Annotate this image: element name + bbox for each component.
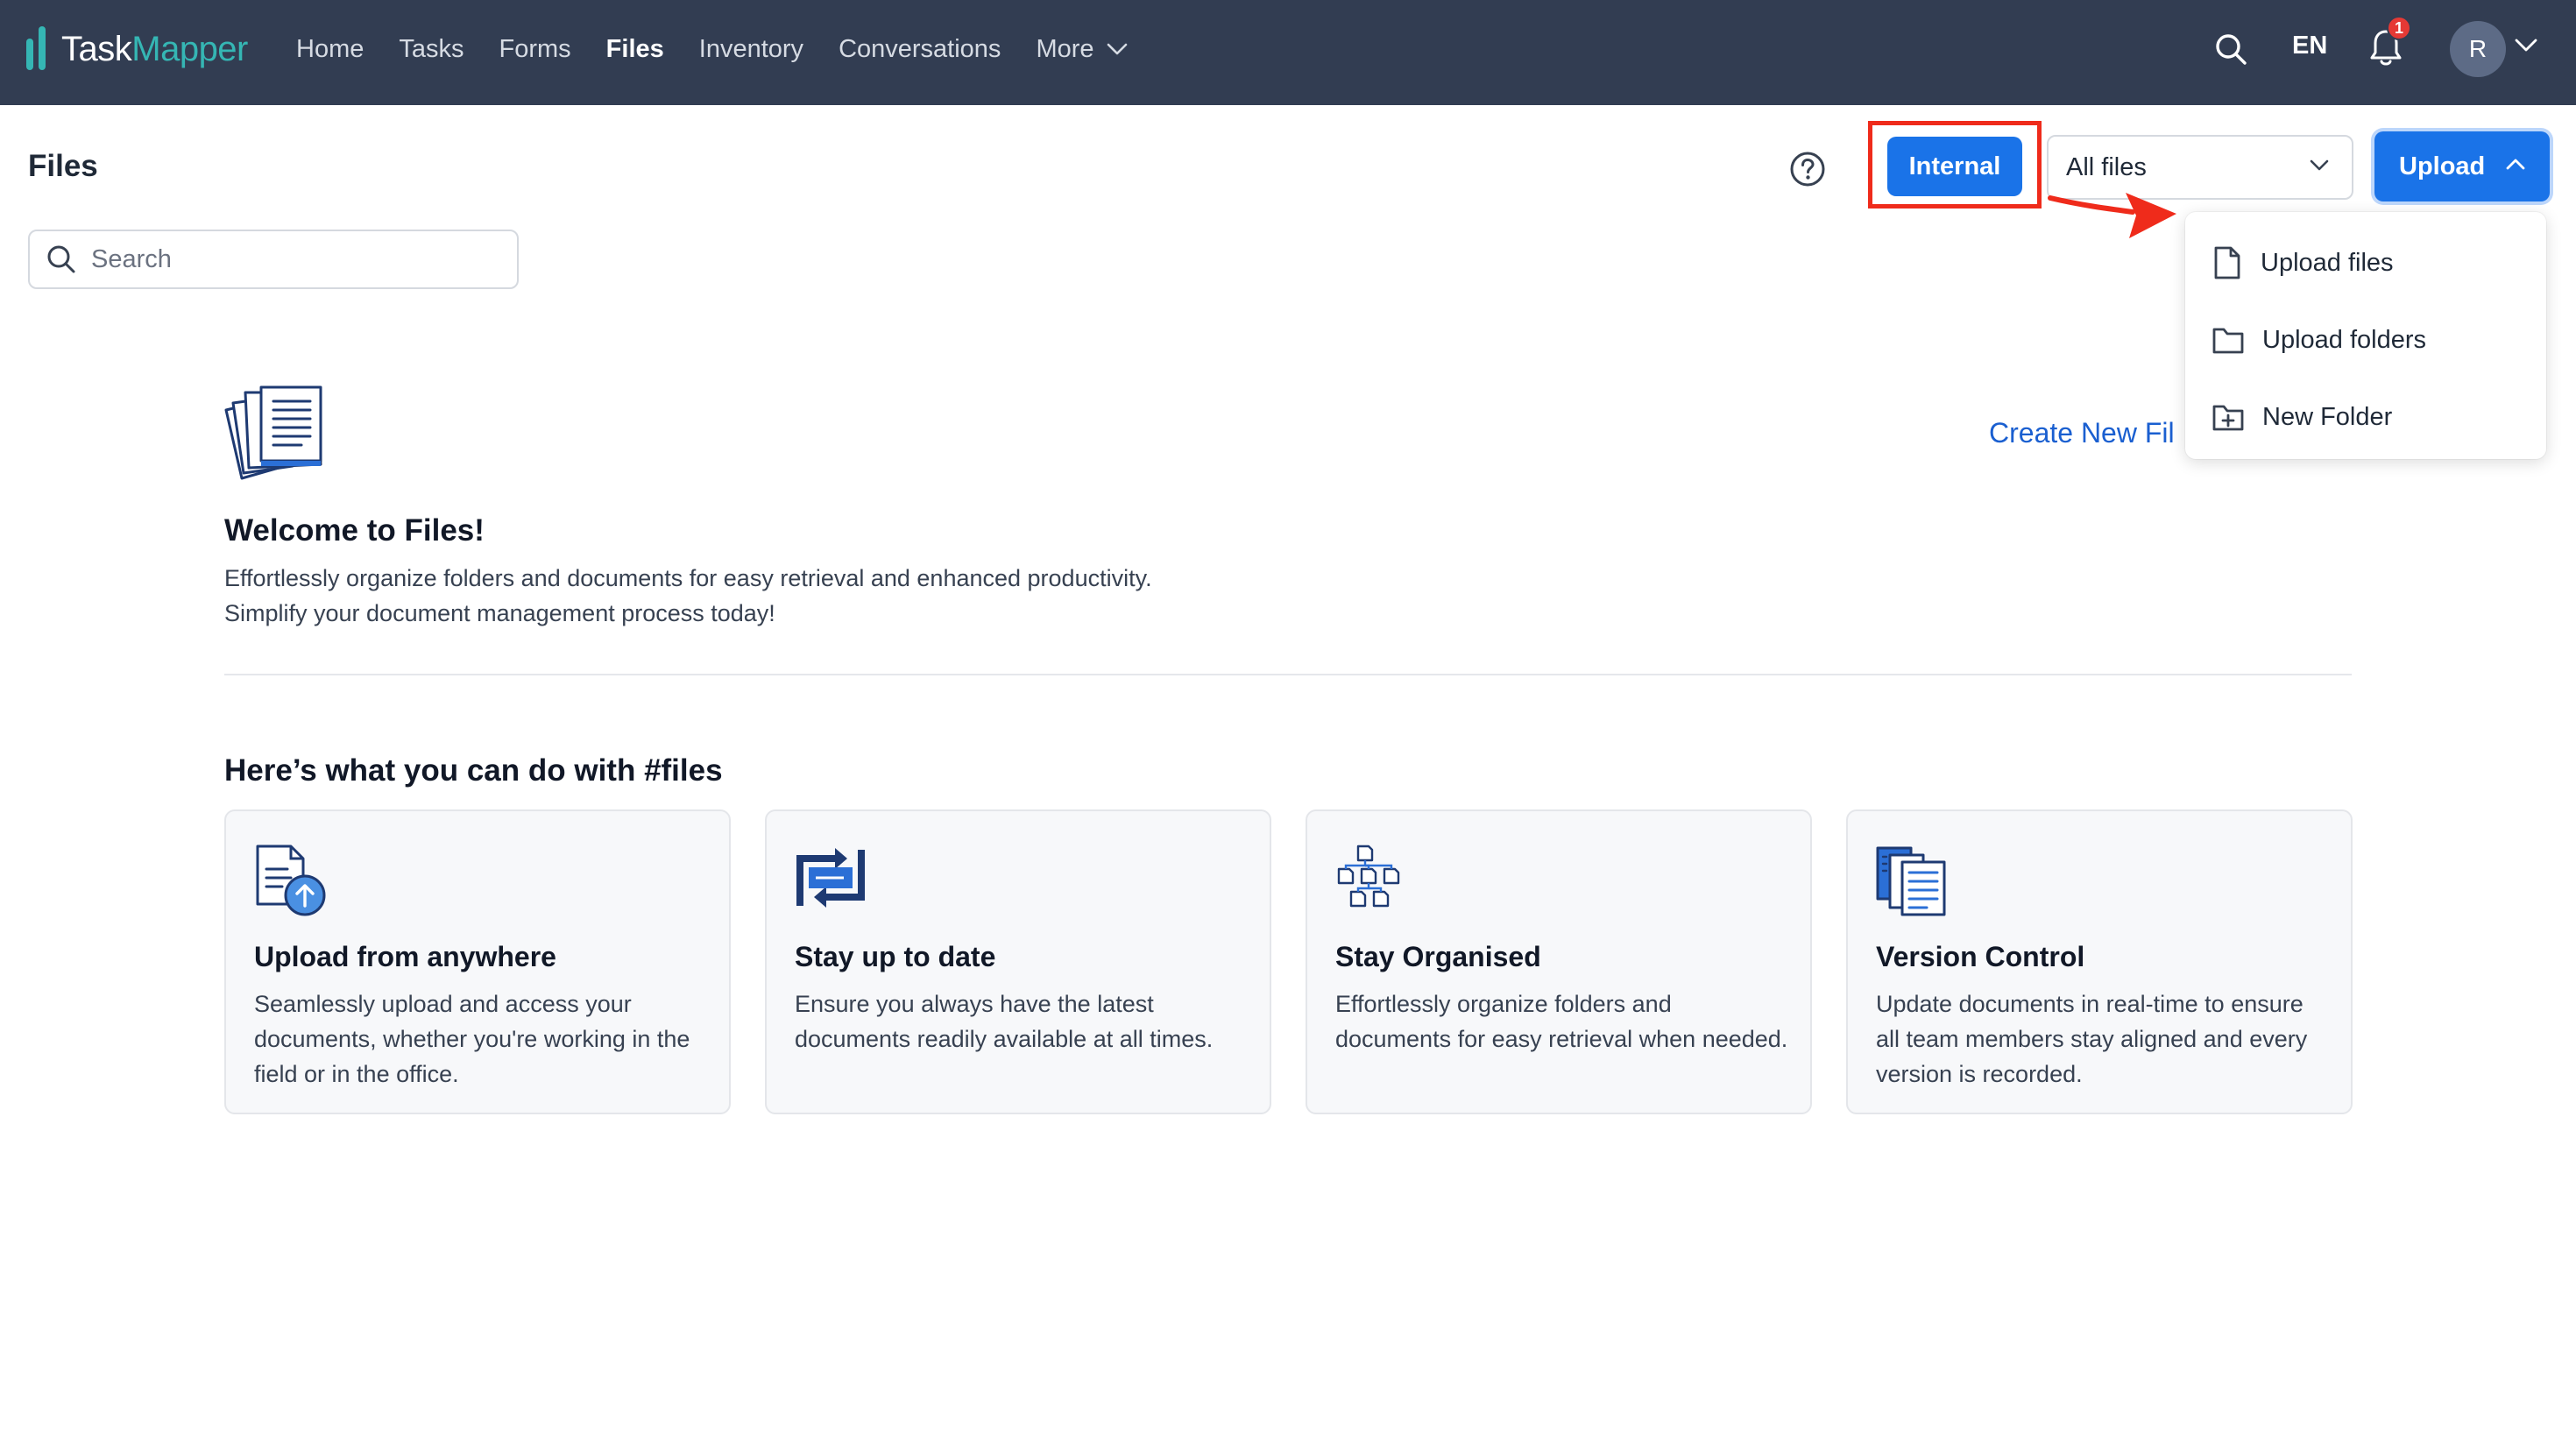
nav-files[interactable]: Files: [606, 35, 664, 64]
top-navbar: TaskMapper Home Tasks Forms Files Invent…: [0, 0, 2576, 105]
chevron-up-icon: [2506, 159, 2525, 170]
search-icon[interactable]: [2213, 32, 2248, 67]
logo-text-task: Task: [61, 29, 132, 68]
versions-icon: [1876, 846, 1946, 916]
folder-icon: [2212, 328, 2244, 354]
welcome-description: Effortlessly organize folders and docume…: [224, 565, 1152, 626]
upload-button[interactable]: Upload: [2374, 131, 2550, 201]
document-upload-icon: [256, 845, 326, 916]
hierarchy-icon: [1337, 845, 1400, 908]
feature-card-description: Ensure you always have the latest docume…: [795, 991, 1214, 1052]
nav-inventory[interactable]: Inventory: [699, 35, 803, 64]
feature-card-description: Seamlessly upload and access your docume…: [254, 991, 690, 1087]
folder-plus-icon: [2212, 405, 2244, 431]
feature-card-description: Effortlessly organize folders and docume…: [1335, 991, 1788, 1052]
nav-more[interactable]: More: [1036, 35, 1127, 64]
menu-item-label: Upload folders: [2262, 325, 2426, 354]
language-selector[interactable]: EN: [2292, 32, 2327, 60]
menu-item-upload-files[interactable]: Upload files: [2185, 224, 2546, 301]
logo-text: TaskMapper: [61, 30, 248, 69]
feature-card-title: Stay up to date: [795, 941, 996, 972]
nav-home[interactable]: Home: [296, 35, 364, 64]
page-title: Files: [28, 149, 98, 183]
upload-dropdown-menu: Upload files Upload folders New Folder: [2185, 212, 2546, 459]
app-logo[interactable]: TaskMapper: [26, 25, 248, 74]
feature-card-title: Stay Organised: [1335, 941, 1541, 972]
annotation-arrow: [2048, 193, 2176, 238]
menu-item-new-folder[interactable]: New Folder: [2185, 378, 2546, 456]
feature-card-stay-up-to-date: Stay up to date Ensure you always have t…: [765, 809, 1271, 1114]
search-icon: [47, 245, 75, 273]
internal-button[interactable]: Internal: [1887, 137, 2022, 196]
feature-card-upload: Upload from anywhere Seamlessly upload a…: [224, 809, 731, 1114]
nav-forms[interactable]: Forms: [499, 35, 571, 64]
menu-item-upload-folders[interactable]: Upload folders: [2185, 301, 2546, 378]
menu-item-label: Upload files: [2261, 248, 2394, 277]
create-new-file-link[interactable]: Create New Fil: [1989, 417, 2175, 449]
welcome-title: Welcome to Files!: [224, 513, 485, 548]
file-icon: [2214, 246, 2240, 279]
help-icon[interactable]: [1789, 151, 1826, 187]
file-filter-value: All files: [2066, 152, 2147, 181]
nav-more-label: More: [1036, 34, 1094, 63]
search-input[interactable]: [91, 244, 494, 274]
logo-text-mapper: Mapper: [131, 29, 248, 68]
features-heading: Here’s what you can do with #files: [224, 753, 723, 788]
sync-arrows-icon: [796, 848, 865, 908]
logo-mark-icon: [26, 26, 46, 70]
feature-card-version-control: Version Control Update documents in real…: [1846, 809, 2353, 1114]
feature-card-description: Update documents in real-time to ensure …: [1876, 991, 2308, 1087]
main-nav: Home Tasks Forms Files Inventory Convers…: [296, 0, 1163, 98]
divider: [224, 674, 2352, 675]
notification-badge: 1: [2387, 16, 2411, 40]
search-field[interactable]: [28, 230, 519, 289]
upload-button-label: Upload: [2399, 152, 2486, 180]
nav-tasks[interactable]: Tasks: [399, 35, 464, 64]
documents-stack-icon: [224, 385, 322, 480]
chevron-down-icon[interactable]: [2515, 39, 2537, 53]
chevron-down-icon: [2310, 159, 2329, 171]
chevron-down-icon: [1107, 43, 1127, 55]
feature-card-title: Version Control: [1876, 941, 2085, 972]
menu-item-label: New Folder: [2262, 402, 2393, 431]
feature-card-organised: Stay Organised Effortlessly organize fol…: [1306, 809, 1812, 1114]
nav-conversations[interactable]: Conversations: [839, 35, 1001, 64]
avatar[interactable]: R: [2450, 21, 2506, 77]
feature-card-title: Upload from anywhere: [254, 941, 556, 972]
